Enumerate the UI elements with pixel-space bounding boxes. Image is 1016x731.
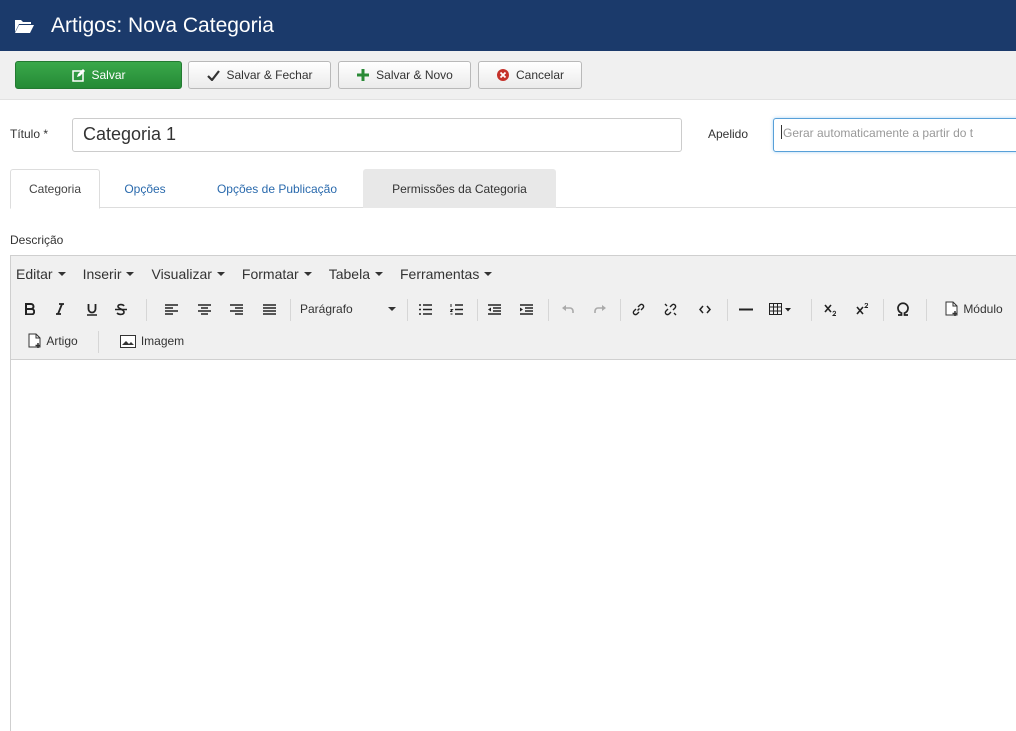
toolbar-separator — [290, 299, 291, 321]
tab-opcoes[interactable]: Opções — [109, 169, 181, 208]
save-new-button-label: Salvar & Novo — [376, 68, 453, 82]
toolbar-separator — [477, 299, 478, 321]
toolbar-separator — [146, 299, 147, 321]
toolbar-separator — [620, 299, 621, 321]
page-title: Artigos: Nova Categoria — [51, 13, 274, 37]
rich-text-editor: Editar Inserir Visualizar Formatar Tabel… — [10, 255, 1016, 731]
tab-categoria[interactable]: Categoria — [10, 169, 100, 209]
save-button-label: Salvar — [91, 68, 126, 82]
bullet-list-icon[interactable] — [414, 296, 436, 322]
align-right-icon[interactable] — [225, 296, 247, 322]
special-character-icon[interactable] — [891, 296, 915, 322]
save-new-button[interactable]: Salvar & Novo — [338, 61, 471, 89]
insert-module-button[interactable]: Módulo — [933, 296, 1015, 322]
caret-down-icon — [388, 307, 396, 311]
save-close-button[interactable]: Salvar & Fechar — [188, 61, 331, 89]
description-label: Descrição — [10, 233, 64, 247]
editor-content-area[interactable] — [11, 360, 1016, 731]
toolbar-separator — [727, 299, 728, 321]
editor-toolbar: Parágrafo Módulo Artigo Imagem — [11, 292, 1016, 360]
caret-down-icon — [484, 272, 493, 276]
toolbar-separator — [98, 331, 99, 353]
menu-formatar-label: Formatar — [241, 266, 299, 282]
alias-label: Apelido — [708, 127, 749, 141]
menu-ferramentas-label: Ferramentas — [399, 266, 480, 282]
editor-menubar: Editar Inserir Visualizar Formatar Tabel… — [11, 256, 1016, 292]
menu-editar-label: Editar — [16, 266, 53, 282]
checkmark-icon — [206, 68, 220, 82]
align-center-icon[interactable] — [193, 296, 215, 322]
italic-icon[interactable] — [49, 296, 71, 322]
numbered-list-icon[interactable] — [445, 296, 467, 322]
alias-placeholder: Gerar automaticamente a partir do t — [783, 126, 974, 140]
cancel-circle-icon — [496, 68, 510, 82]
alias-input[interactable]: Gerar automaticamente a partir do t — [773, 118, 1016, 152]
align-left-icon[interactable] — [160, 296, 182, 322]
unlink-icon[interactable] — [659, 296, 681, 322]
toolbar-separator — [811, 299, 812, 321]
undo-icon[interactable] — [557, 296, 579, 322]
toolbar-separator — [926, 299, 927, 321]
outdent-icon[interactable] — [483, 296, 505, 322]
file-add-icon — [945, 301, 959, 317]
title-input[interactable]: Categoria 1 — [72, 118, 682, 152]
caret-down-icon — [57, 272, 66, 276]
image-icon — [119, 334, 136, 348]
horizontal-rule-icon[interactable] — [734, 296, 758, 322]
paragraph-format-value: Parágrafo — [300, 302, 353, 316]
insert-module-label: Módulo — [963, 302, 1003, 316]
folder-open-icon — [14, 18, 34, 34]
menu-visualizar[interactable]: Visualizar — [151, 266, 225, 282]
table-icon[interactable] — [763, 296, 797, 322]
menu-formatar[interactable]: Formatar — [242, 266, 312, 282]
title-label: Título * — [10, 127, 49, 141]
bold-icon[interactable] — [19, 296, 41, 322]
insert-image-button[interactable]: Imagem — [106, 328, 198, 354]
indent-icon[interactable] — [515, 296, 537, 322]
file-add-icon — [28, 333, 42, 349]
insert-article-button[interactable]: Artigo — [16, 328, 90, 354]
menu-tabela-label: Tabela — [328, 266, 370, 282]
toolbar-row: Parágrafo Módulo — [11, 296, 1016, 326]
underline-icon[interactable] — [81, 296, 103, 322]
menu-ferramentas[interactable]: Ferramentas — [399, 266, 493, 282]
page-header: Artigos: Nova Categoria — [0, 0, 1016, 51]
save-button[interactable]: Salvar — [15, 61, 182, 89]
cancel-button[interactable]: Cancelar — [478, 61, 582, 89]
menu-inserir[interactable]: Inserir — [83, 266, 135, 282]
plus-icon — [356, 68, 370, 82]
menu-editar[interactable]: Editar — [16, 266, 66, 282]
code-icon[interactable] — [694, 296, 716, 322]
tab-opcoes-publicacao[interactable]: Opções de Publicação — [191, 169, 363, 208]
tab-permissoes[interactable]: Permissões da Categoria — [363, 169, 556, 208]
menu-inserir-label: Inserir — [82, 266, 122, 282]
toolbar-separator — [883, 299, 884, 321]
action-toolbar: Salvar Salvar & Fechar Salvar & Novo Can… — [0, 51, 1016, 100]
align-justify-icon[interactable] — [258, 296, 280, 322]
caret-down-icon — [374, 272, 383, 276]
superscript-icon[interactable] — [851, 296, 873, 322]
toolbar-separator — [407, 299, 408, 321]
category-tabs: Categoria Opções Opções de Publicação Pe… — [10, 169, 1016, 209]
menu-tabela[interactable]: Tabela — [329, 266, 383, 282]
subscript-icon[interactable] — [819, 296, 841, 322]
toolbar-row: Artigo Imagem — [11, 328, 1016, 358]
paragraph-format-select[interactable]: Parágrafo — [296, 296, 396, 322]
caret-down-icon — [303, 272, 312, 276]
insert-article-label: Artigo — [46, 334, 78, 348]
save-close-button-label: Salvar & Fechar — [226, 68, 313, 82]
caret-down-icon — [216, 272, 225, 276]
cancel-button-label: Cancelar — [515, 68, 565, 82]
insert-image-label: Imagem — [140, 334, 185, 348]
edit-icon — [71, 68, 85, 82]
link-icon[interactable] — [627, 296, 649, 322]
caret-down-icon — [126, 272, 135, 276]
redo-icon[interactable] — [589, 296, 611, 322]
text-caret — [781, 125, 782, 139]
strikethrough-icon[interactable] — [109, 296, 133, 322]
menu-visualizar-label: Visualizar — [151, 266, 212, 282]
toolbar-separator — [548, 299, 549, 321]
